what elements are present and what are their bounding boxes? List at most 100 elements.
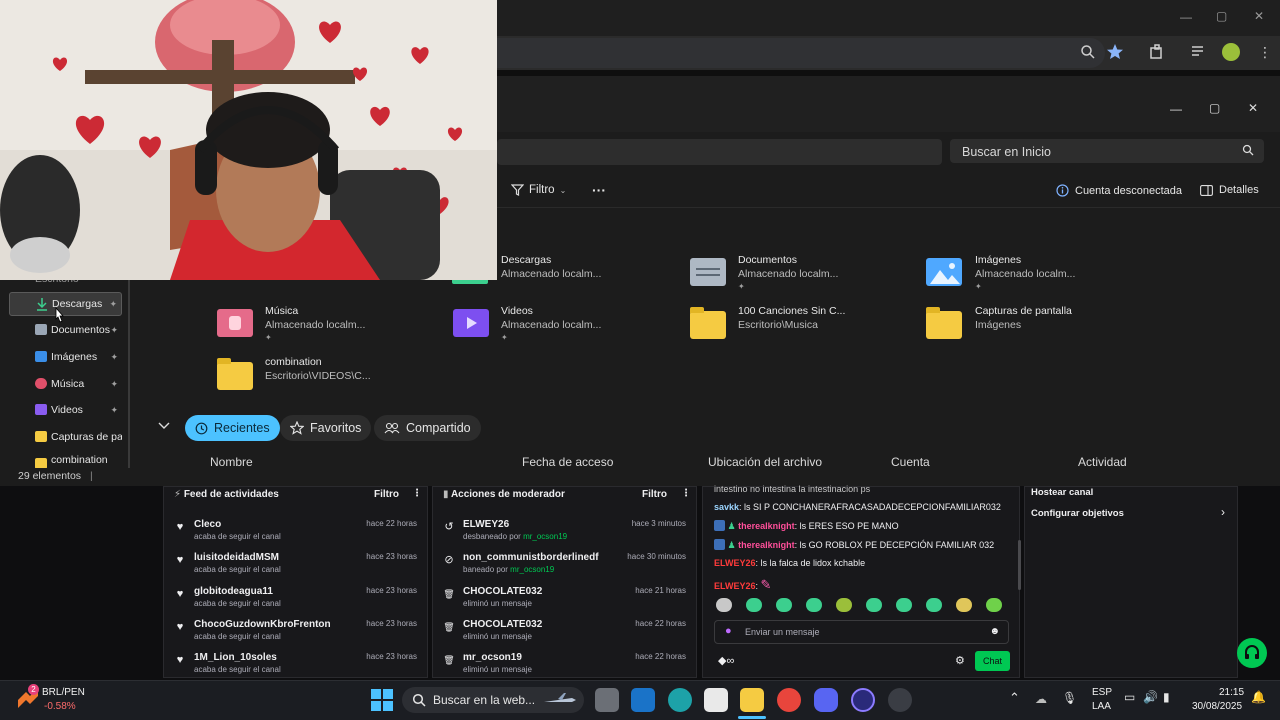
stock-chart-icon[interactable]: 2 bbox=[16, 684, 39, 708]
windows-start-icon[interactable] bbox=[371, 689, 393, 711]
media-control-icon[interactable] bbox=[1191, 45, 1207, 59]
mod-action-user[interactable]: CHOCOLATE032 bbox=[463, 586, 542, 597]
emote-icon[interactable] bbox=[806, 598, 822, 612]
language-indicator-top[interactable]: ESP bbox=[1092, 687, 1112, 698]
store-icon[interactable] bbox=[704, 688, 728, 712]
mod-action-user[interactable]: non_communistborderlinedf bbox=[463, 552, 599, 563]
quick-access-100-canciones[interactable]: 100 Canciones Sin C... Escritorio\Musica bbox=[738, 305, 845, 331]
mod-action-row[interactable]: 🗑 mr_ocson19 eliminó un mensaje hace 22 … bbox=[433, 650, 696, 683]
activity-row[interactable]: ♥ Cleco acaba de seguir el canal hace 22… bbox=[164, 517, 427, 550]
browser-close-button[interactable]: ✕ bbox=[1254, 9, 1264, 23]
activity-row[interactable]: ♥ 1M_Lion_10soles acaba de seguir el can… bbox=[164, 650, 427, 683]
sidebar-item-imagenes[interactable]: Imágenes ✦ bbox=[9, 345, 122, 369]
tab-favoritos[interactable]: Favoritos bbox=[280, 415, 372, 441]
chat-send-button[interactable]: Chat bbox=[975, 651, 1010, 671]
column-header-ubicacion[interactable]: Ubicación del archivo bbox=[708, 455, 822, 469]
emote-icon[interactable] bbox=[716, 598, 732, 612]
chevron-up-icon[interactable]: ⌃ bbox=[1009, 690, 1020, 706]
sidebar-item-videos[interactable]: Videos ✦ bbox=[9, 398, 122, 422]
sidebar-item-combination[interactable]: combination bbox=[9, 452, 122, 468]
emote-icon[interactable] bbox=[896, 598, 912, 612]
sidebar-item-musica[interactable]: Música ✦ bbox=[9, 372, 122, 396]
tab-compartido[interactable]: Compartido bbox=[374, 415, 481, 441]
clock-time[interactable]: 21:15 bbox=[1219, 687, 1244, 698]
microphone-icon[interactable]: 🎙 bbox=[1062, 691, 1077, 705]
host-channel-item[interactable]: Hostear canal bbox=[1031, 487, 1093, 498]
panel-menu-icon[interactable]: ⋮ bbox=[412, 488, 422, 499]
moderator-name[interactable]: mr_ocson19 bbox=[510, 565, 554, 574]
explorer-maximize-button[interactable]: ▢ bbox=[1209, 101, 1220, 115]
collapse-chevron-icon[interactable] bbox=[158, 421, 170, 431]
activity-user[interactable]: ChocoGuzdownKbroFrenton bbox=[194, 619, 331, 630]
emoji-icon[interactable]: ☻ bbox=[989, 626, 1000, 637]
emote-icon[interactable] bbox=[746, 598, 762, 612]
zoom-icon[interactable] bbox=[1080, 44, 1096, 60]
activity-row[interactable]: ♥ ChocoGuzdownKbroFrenton acaba de segui… bbox=[164, 617, 427, 650]
taskbar-search-input[interactable]: Buscar en la web... bbox=[402, 687, 584, 713]
activity-user[interactable]: luisitodeidadMSM bbox=[194, 552, 279, 563]
panel-menu-icon[interactable]: ⋮ bbox=[681, 488, 691, 499]
explorer-search-input[interactable]: Buscar en Inicio bbox=[950, 139, 1264, 163]
filter-button[interactable]: Filtro ⌄ bbox=[511, 184, 566, 196]
bits-icon[interactable]: ◆∞ bbox=[718, 654, 734, 667]
moderator-name[interactable]: mr_ocson19 bbox=[523, 532, 567, 541]
quick-access-capturas[interactable]: Capturas de pantalla Imágenes bbox=[975, 305, 1072, 331]
explorer-minimize-button[interactable]: — bbox=[1170, 102, 1182, 116]
column-header-fecha[interactable]: Fecha de acceso bbox=[522, 455, 613, 469]
mod-action-row[interactable]: ↺ ELWEY26 desbaneado por mr_ocson19 hace… bbox=[433, 517, 696, 550]
emote-icon[interactable] bbox=[986, 598, 1002, 612]
quick-access-documentos[interactable]: Documentos Almacenado localm... ✦ bbox=[738, 254, 838, 291]
quick-access-descargas[interactable]: Descargas Almacenado localm... bbox=[501, 254, 601, 280]
activity-user[interactable]: Cleco bbox=[194, 519, 221, 530]
chevron-right-icon[interactable]: › bbox=[1221, 505, 1225, 519]
cloud-icon[interactable]: ☁ bbox=[1035, 692, 1047, 706]
bookmark-star-icon[interactable] bbox=[1106, 43, 1124, 61]
language-indicator-bottom[interactable]: LAA bbox=[1092, 701, 1111, 712]
browser-menu-icon[interactable]: ⋮ bbox=[1258, 44, 1272, 61]
clock-date[interactable]: 30/08/2025 bbox=[1192, 701, 1242, 712]
chat-username[interactable]: ELWEY26 bbox=[714, 581, 756, 591]
mod-action-row[interactable]: 🗑 CHOCOLATE032 eliminó un mensaje hace 2… bbox=[433, 584, 696, 617]
support-headset-icon[interactable] bbox=[1237, 638, 1267, 668]
file-explorer-icon[interactable] bbox=[740, 688, 764, 712]
obs-icon[interactable] bbox=[851, 688, 875, 712]
edge-icon[interactable] bbox=[668, 688, 692, 712]
activity-user[interactable]: 1M_Lion_10soles bbox=[194, 652, 277, 663]
network-icon[interactable]: ▭ bbox=[1124, 690, 1135, 704]
volume-icon[interactable]: 🔊 bbox=[1143, 690, 1158, 704]
outlook-icon[interactable] bbox=[631, 688, 655, 712]
configure-goals-item[interactable]: Configurar objetivos bbox=[1031, 508, 1124, 519]
activity-row[interactable]: ♥ globitodeagua11 acaba de seguir el can… bbox=[164, 584, 427, 617]
sidebar-item-descargas[interactable]: Descargas ✦ bbox=[9, 292, 122, 316]
discord-icon[interactable] bbox=[814, 688, 838, 712]
browser-maximize-button[interactable]: ▢ bbox=[1216, 9, 1227, 23]
sidebar-item-documentos[interactable]: Documentos ✦ bbox=[9, 318, 122, 342]
extensions-icon[interactable] bbox=[1149, 44, 1165, 60]
chat-scrollbar[interactable] bbox=[1018, 540, 1021, 590]
emote-icon[interactable] bbox=[926, 598, 942, 612]
filter-button[interactable]: Filtro bbox=[642, 489, 667, 500]
profile-avatar[interactable] bbox=[1222, 43, 1240, 61]
mod-action-row[interactable]: ⊘ non_communistborderlinedf baneado por … bbox=[433, 550, 696, 583]
activity-row[interactable]: ♥ luisitodeidadMSM acaba de seguir el ca… bbox=[164, 550, 427, 583]
details-button[interactable]: Detalles bbox=[1200, 184, 1259, 196]
browser-minimize-button[interactable]: — bbox=[1180, 10, 1192, 24]
explorer-close-button[interactable]: ✕ bbox=[1248, 101, 1258, 115]
emote-icon[interactable] bbox=[866, 598, 882, 612]
filter-button[interactable]: Filtro bbox=[374, 489, 399, 500]
account-status[interactable]: Cuenta desconectada bbox=[1056, 184, 1182, 197]
path-bar[interactable] bbox=[497, 139, 942, 165]
chat-username[interactable]: therealknight bbox=[738, 521, 795, 531]
chat-username[interactable]: savkk bbox=[714, 502, 739, 512]
battery-icon[interactable]: ▮ bbox=[1163, 690, 1170, 704]
quick-access-musica[interactable]: Música Almacenado localm... ✦ bbox=[265, 305, 365, 342]
sidebar-scrollbar[interactable] bbox=[128, 280, 130, 468]
mod-action-user[interactable]: mr_ocson19 bbox=[463, 652, 522, 663]
quick-access-combination[interactable]: combination Escritorio\VIDEOS\C... bbox=[265, 356, 371, 382]
chrome-icon[interactable] bbox=[777, 688, 801, 712]
mod-action-user[interactable]: CHOCOLATE032 bbox=[463, 619, 542, 630]
quick-access-videos[interactable]: Videos Almacenado localm... ✦ bbox=[501, 305, 601, 342]
chat-username[interactable]: therealknight bbox=[738, 540, 795, 550]
settings-gear-icon[interactable]: ⚙ bbox=[955, 654, 965, 667]
column-header-actividad[interactable]: Actividad bbox=[1078, 455, 1127, 469]
